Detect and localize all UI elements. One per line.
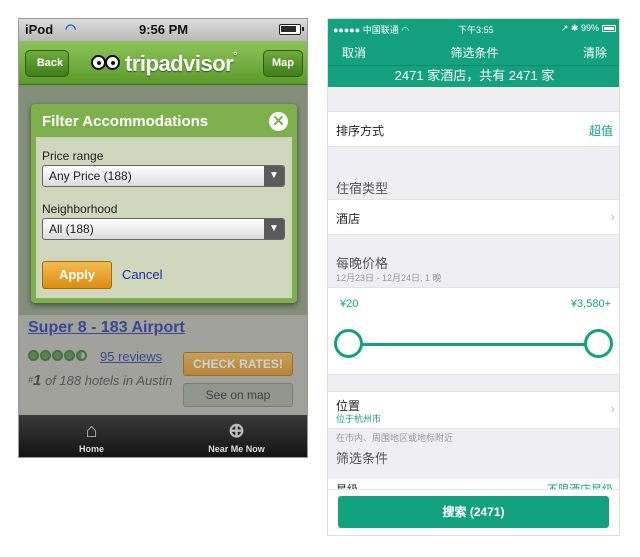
price-heading: 每晚价格 [336, 256, 389, 271]
search-button[interactable]: 搜索 (2471) [338, 496, 609, 528]
location-value: 位于杭州市 [336, 414, 382, 424]
lodging-type-value: 酒店 [336, 212, 361, 226]
sort-row[interactable]: 排序方式 超值 [328, 111, 619, 147]
dialog-header: Filter Accommodations ✕ [36, 109, 292, 137]
price-dates: 12月23日 - 12月24日, 1 晚 [336, 273, 442, 283]
tripadvisor-screen: iPod ◠ 9:56 PM Back tripadvisor° Map Sup… [18, 18, 308, 458]
lodging-type-row[interactable]: 酒店 › [328, 199, 619, 235]
price-range-label: Price range [42, 149, 104, 163]
apply-button[interactable]: Apply [42, 261, 112, 289]
filter-dialog: Filter Accommodations ✕ Price range Any … [31, 104, 297, 303]
chevron-right-icon: › [610, 209, 615, 224]
sort-value: 超值 [588, 124, 613, 138]
location-hint: 在市内、周围地区或地标附近 [336, 433, 454, 443]
home-icon: ⌂ [85, 420, 98, 442]
location-row[interactable]: 位置 位于杭州市 › [328, 391, 619, 429]
chevron-right-icon: › [610, 401, 615, 416]
result-summary: 2471 家酒店，共有 2471 家 [328, 65, 619, 87]
carrier-label: ●●●●● 中国联通 ◠ [333, 25, 410, 35]
sort-label: 排序方式 [336, 124, 385, 138]
clock: 9:56 PM [139, 22, 189, 37]
wifi-icon: ◠ [65, 21, 77, 36]
nav-bar: 取消 筛选条件 清除 [328, 39, 619, 65]
dialog-title: Filter Accommodations [42, 113, 209, 130]
owl-icon [91, 55, 121, 71]
logo-text: tripadvisor° [125, 51, 237, 76]
chevron-down-icon: ▼ [264, 166, 284, 186]
page-title: 筛选条件 [450, 46, 499, 60]
map-button[interactable]: Map [263, 50, 303, 77]
battery-icon [279, 24, 304, 35]
chevron-down-icon: ▼ [264, 219, 284, 239]
lodging-type-heading: 住宿类型 [336, 181, 389, 196]
tab-bar: ⌂ Home ⊕ Near Me Now [19, 415, 307, 457]
status-bar: ●●●●● 中国联通 ◠ 下午3:55 ↗ ✱ 99% [328, 19, 619, 39]
filters-heading: 筛选条件 [336, 451, 389, 466]
nav-bar: Back tripadvisor° Map [19, 41, 307, 85]
tab-near-me-now[interactable]: ⊕ Near Me Now [164, 415, 307, 457]
neighborhood-label: Neighborhood [42, 202, 118, 216]
cancel-link[interactable]: Cancel [122, 267, 162, 282]
carrier-label: iPod [25, 22, 54, 37]
price-min-label: ¥20 [340, 298, 359, 310]
filter-screen: ●●●●● 中国联通 ◠ 下午3:55 ↗ ✱ 99% 取消 筛选条件 清除 2… [327, 18, 620, 536]
price-max-label: ¥3,580+ [570, 298, 611, 310]
close-icon[interactable]: ✕ [269, 112, 288, 131]
back-button[interactable]: Back [25, 50, 69, 77]
battery-label: ↗ ✱ 99% [560, 23, 599, 33]
battery-icon [602, 25, 616, 32]
tab-home[interactable]: ⌂ Home [19, 415, 164, 457]
price-range-select[interactable]: Any Price (188) ▼ [42, 165, 285, 187]
clear-button[interactable]: 清除 [583, 44, 607, 61]
status-bar: iPod ◠ 9:56 PM [19, 19, 307, 41]
neighborhood-select[interactable]: All (188) ▼ [42, 218, 285, 240]
price-slider-panel: ¥20 ¥3,580+ [328, 287, 619, 375]
crosshair-icon: ⊕ [228, 420, 245, 442]
bottom-bar: 搜索 (2471) [328, 489, 619, 535]
clock: 下午3:55 [458, 25, 494, 35]
price-min-handle[interactable] [334, 329, 363, 358]
price-slider-track[interactable] [348, 343, 602, 346]
canvas: iPod ◠ 9:56 PM Back tripadvisor° Map Sup… [0, 0, 640, 557]
price-max-handle[interactable] [584, 329, 613, 358]
